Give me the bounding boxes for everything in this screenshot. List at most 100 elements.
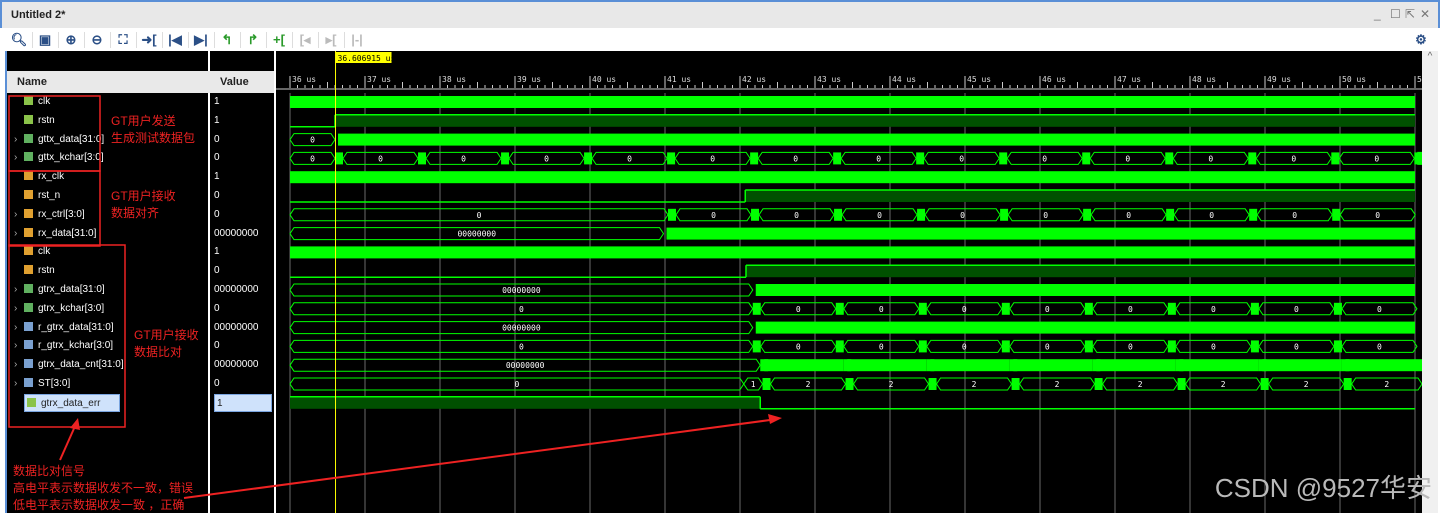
signal-row[interactable]: › r_gtrx_kchar[3:0] <box>14 337 113 355</box>
bus-value-label: 2 <box>889 380 894 389</box>
toolbar-separator <box>58 32 59 48</box>
expand-chevron-icon[interactable]: › <box>14 337 17 355</box>
signal-row[interactable]: › gttx_data[31:0] <box>14 131 104 149</box>
go-to-last-time-icon[interactable]: ▶| <box>192 31 210 49</box>
bus-value-label: 0 <box>796 305 801 314</box>
expand-chevron-icon[interactable]: › <box>14 225 17 243</box>
bus-value-label: 0 <box>711 211 716 220</box>
zoom-fit-icon[interactable]: ⛶ <box>114 31 132 49</box>
bus-signal-icon <box>24 227 33 237</box>
expand-chevron-icon[interactable]: › <box>14 300 17 318</box>
bus-value-label: 0 <box>1128 342 1133 351</box>
name-column-header[interactable]: Name <box>7 71 210 93</box>
tick-label: 48 us <box>1192 75 1216 84</box>
bus-transition <box>1248 152 1257 165</box>
bus-transition <box>1343 378 1352 390</box>
bus-signal-icon <box>24 321 33 331</box>
bit-signal-icon <box>24 96 33 105</box>
bus-value-label: 0 <box>1374 154 1379 163</box>
bus-transition <box>918 340 927 353</box>
zoom-search-icon[interactable]: 🔍︎ <box>10 31 28 49</box>
expand-chevron-icon[interactable]: › <box>14 319 17 337</box>
signal-row[interactable]: rstn <box>24 112 55 130</box>
signal-row[interactable]: › ST[3:0] <box>14 375 70 393</box>
bus-transition <box>1084 340 1093 353</box>
signal-name: gtrx_kchar[3:0] <box>38 302 105 314</box>
swap-cursors-icon[interactable]: |-| <box>348 31 366 49</box>
bus-transition <box>999 152 1008 165</box>
bus-value-label: 0 <box>1377 305 1382 314</box>
bus-value-label: 0 <box>627 154 632 163</box>
expand-chevron-icon[interactable]: › <box>14 206 17 224</box>
waveform-canvas[interactable]: 36 us 37 us 38 us 39 us 40 us 41 us 42 us 43 us… <box>276 51 1438 513</box>
expand-chevron-icon[interactable]: › <box>14 131 17 149</box>
signal-name: rx_ctrl[3:0] <box>38 208 85 220</box>
signal-row[interactable]: rstn <box>24 262 55 280</box>
signal-value: 0 <box>214 340 220 352</box>
signal-row[interactable]: › gtrx_kchar[3:0] <box>14 300 105 318</box>
bus-value-label: 0 <box>959 154 964 163</box>
bus-transition <box>1332 208 1341 221</box>
signal-row[interactable]: clk <box>24 243 50 261</box>
close-button[interactable]: ✕ <box>1420 7 1430 21</box>
bus-value-label: 0 <box>710 154 715 163</box>
expand-chevron-icon[interactable]: › <box>14 356 17 374</box>
settings-gear-icon[interactable]: ⚙ <box>1412 31 1430 49</box>
signal-row[interactable]: clk <box>24 93 50 111</box>
bus-value-label: 0 <box>519 342 524 351</box>
signal-row[interactable]: rx_clk <box>24 168 64 186</box>
watermark: CSDN @9527华安 <box>1214 473 1432 503</box>
bus-transition <box>1333 340 1342 353</box>
signal-row[interactable]: › r_gtrx_data[31:0] <box>14 319 114 337</box>
bus-busy-wave <box>666 227 1415 240</box>
previous-marker-icon[interactable]: [◂ <box>296 31 314 49</box>
cursor-time-label: 36.606915 us <box>338 54 396 63</box>
expand-chevron-icon[interactable]: › <box>14 281 17 299</box>
bus-transition <box>918 302 927 315</box>
go-to-time-zero-icon[interactable]: |◀ <box>166 31 184 49</box>
toolbar-separator <box>318 32 319 48</box>
bus-value-label: 0 <box>1377 342 1382 351</box>
go-to-cursor-icon[interactable]: ➜[ <box>140 31 158 49</box>
bus-transition <box>335 152 343 165</box>
title-bar: Untitled 2* _ ☐ ⇱ ✕ <box>0 0 1440 28</box>
tick-label: 36 us <box>292 75 316 84</box>
signal-row[interactable]: rst_n <box>24 187 60 205</box>
signal-row[interactable]: › rx_data[31:0] <box>14 225 96 243</box>
zoom-in-icon[interactable]: ⊕ <box>62 31 80 49</box>
add-marker-icon[interactable]: +[ <box>270 31 288 49</box>
bus-value-label: 00000000 <box>502 286 541 295</box>
previous-transition-icon[interactable]: ↰ <box>218 31 236 49</box>
vertical-scrollbar[interactable]: ^ <box>1422 51 1438 513</box>
waveform-panel[interactable]: 36 us 37 us 38 us 39 us 40 us 41 us 42 us 43 us… <box>276 51 1438 513</box>
signal-row[interactable]: › rx_ctrl[3:0] <box>14 206 85 224</box>
bus-transition <box>584 152 593 165</box>
toolbar-separator <box>136 32 137 48</box>
expand-chevron-icon[interactable]: › <box>14 375 17 393</box>
float-button[interactable]: ⇱ <box>1405 7 1415 21</box>
toolbar-separator <box>240 32 241 48</box>
signal-name: r_gtrx_data[31:0] <box>38 321 114 333</box>
maximize-button[interactable]: ☐ <box>1390 7 1401 21</box>
bus-value-label: 0 <box>1294 342 1299 351</box>
signal-row[interactable]: gtrx_data_err <box>24 393 120 412</box>
next-marker-icon[interactable]: ▸[ <box>322 31 340 49</box>
bus-transition <box>668 208 676 221</box>
expand-chevron-icon[interactable]: › <box>14 149 17 167</box>
next-transition-icon[interactable]: ↱ <box>244 31 262 49</box>
signal-row[interactable]: › gtrx_data_cnt[31:0] <box>14 356 124 374</box>
bus-value-label: 0 <box>962 305 967 314</box>
bus-transition <box>1167 302 1176 315</box>
signal-value: 00000000 <box>214 227 259 239</box>
signal-row[interactable]: › gttx_kchar[3:0] <box>14 149 104 167</box>
bus-transition <box>1084 302 1093 315</box>
save-icon[interactable]: ▣ <box>36 31 54 49</box>
bus-value-label: 0 <box>1045 342 1050 351</box>
bus-busy-wave <box>764 359 844 372</box>
zoom-out-icon[interactable]: ⊖ <box>88 31 106 49</box>
value-column-header[interactable]: Value <box>210 71 274 93</box>
bus-value-label: 0 <box>1292 211 1297 220</box>
signal-row[interactable]: › gtrx_data[31:0] <box>14 281 105 299</box>
bus-value-label: 00000000 <box>506 361 545 370</box>
minimize-button[interactable]: _ <box>1374 7 1381 21</box>
